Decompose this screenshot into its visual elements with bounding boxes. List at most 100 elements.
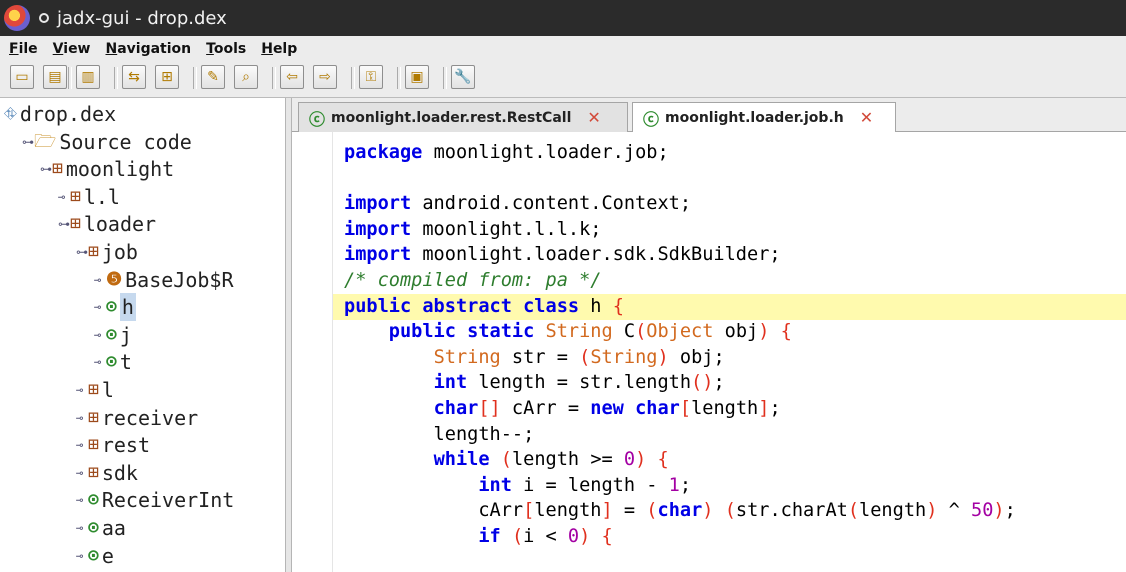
code-token: ] bbox=[601, 500, 613, 522]
expanded-toggle-icon[interactable]: ⊶ bbox=[40, 155, 52, 183]
tree-node[interactable]: ⊸ ⊙ ReceiverInt bbox=[76, 486, 234, 514]
sync-tree-icon[interactable]: ⇆ bbox=[122, 65, 146, 89]
tree-node[interactable]: ⊸ ⊞ rest bbox=[76, 431, 150, 459]
collapsed-toggle-icon[interactable]: ⊸ bbox=[76, 514, 88, 542]
collapsed-toggle-icon[interactable]: ⊸ bbox=[94, 321, 106, 349]
window-menu-icon[interactable] bbox=[39, 13, 49, 23]
menu-help[interactable]: Help bbox=[261, 41, 297, 57]
save-all-icon[interactable]: ▤ bbox=[43, 65, 67, 89]
collapsed-toggle-icon[interactable]: ⊸ bbox=[94, 293, 106, 321]
menu-navigation[interactable]: Navigation bbox=[106, 41, 192, 57]
code-token: char bbox=[433, 398, 479, 419]
menu-view[interactable]: View bbox=[53, 41, 91, 57]
tab-label: moonlight.loader.rest.RestCall bbox=[331, 109, 572, 126]
code-line[interactable]: String str = (String) obj; bbox=[344, 345, 725, 370]
tree-node[interactable]: ⊸ ⊙ aa bbox=[76, 514, 126, 542]
tree-node[interactable]: ⊸ ⊞ sdk bbox=[76, 459, 138, 487]
collapsed-toggle-icon[interactable]: ⊸ bbox=[94, 348, 106, 376]
dex-file-icon: ⛗ bbox=[4, 104, 17, 123]
collapsed-toggle-icon[interactable]: ⊸ bbox=[94, 266, 106, 294]
tab-job-h[interactable]: ⓒ moonlight.loader.job.h ✕ bbox=[632, 102, 896, 132]
toolbar-separator bbox=[351, 67, 355, 89]
tree-node[interactable]: ⊸ ⊙ h bbox=[94, 293, 136, 322]
log-viewer-icon[interactable]: ▣ bbox=[405, 65, 429, 89]
collapsed-toggle-icon[interactable]: ⊸ bbox=[76, 404, 88, 432]
code-line[interactable]: length--; bbox=[344, 422, 535, 447]
collapsed-toggle-icon[interactable]: ⊸ bbox=[76, 431, 88, 459]
tree-node[interactable]: ⊶ 🗁 Source code bbox=[22, 128, 192, 156]
enum-icon: ❺ bbox=[106, 268, 123, 290]
code-token: ( bbox=[724, 500, 736, 522]
project-tree[interactable]: ⛗ drop.dex ⊶ 🗁 Source code ⊶ ⊞ moonlight ⊸ ⊞ l.l ⊶ ⊞… bbox=[0, 98, 285, 572]
open-file-icon[interactable]: ▭ bbox=[10, 65, 34, 89]
tree-node[interactable]: ⊸ ⊞ receiver bbox=[76, 404, 198, 432]
code-line[interactable]: cArr[length] = (char) (str.charAt(length… bbox=[344, 498, 1015, 523]
code-token: ( bbox=[847, 500, 860, 522]
editor-tab-strip: ⓒ moonlight.loader.rest.RestCall ✕ ⓒ moo… bbox=[292, 98, 1126, 132]
menu-file[interactable]: File bbox=[9, 41, 38, 57]
collapsed-toggle-icon[interactable]: ⊸ bbox=[58, 183, 70, 211]
class-icon: ⊙ bbox=[106, 323, 117, 345]
export-icon[interactable]: ▥ bbox=[76, 65, 100, 89]
collapsed-toggle-icon[interactable]: ⊸ bbox=[76, 376, 88, 404]
collapsed-toggle-icon[interactable]: ⊸ bbox=[76, 542, 88, 570]
tree-node[interactable]: ⊸ ⊙ e bbox=[76, 542, 114, 570]
toolbar-separator bbox=[114, 67, 118, 89]
code-token: ^ bbox=[937, 500, 972, 522]
flat-packages-icon[interactable]: ⊞ bbox=[155, 65, 179, 89]
code-line[interactable]: import moonlight.loader.sdk.SdkBuilder; bbox=[344, 242, 781, 267]
code-line[interactable]: package moonlight.loader.job; bbox=[344, 140, 669, 165]
code-line[interactable]: public static String C(Object obj) { bbox=[344, 319, 792, 344]
tree-node[interactable]: ⊸ ❺ BaseJob$R bbox=[94, 266, 234, 294]
code-line[interactable]: import moonlight.l.l.k; bbox=[344, 217, 601, 242]
tree-node[interactable]: ⊸ ⊙ t bbox=[94, 348, 132, 376]
forward-icon[interactable]: ⇨ bbox=[313, 65, 337, 89]
tree-node[interactable]: ⊸ ⊙ j bbox=[94, 321, 132, 349]
deobfuscation-icon[interactable]: ⚿ bbox=[359, 65, 383, 89]
code-token: i < bbox=[523, 526, 568, 547]
code-line[interactable]: int i = length - 1; bbox=[344, 473, 691, 498]
code-line[interactable]: public abstract class h { bbox=[344, 294, 624, 319]
code-line[interactable]: if (i < 0) { bbox=[344, 524, 612, 549]
code-line[interactable]: while (length >= 0) { bbox=[344, 447, 669, 472]
tree-node[interactable]: ⊸ ⊞ l.l bbox=[58, 183, 120, 211]
expanded-toggle-icon[interactable]: ⊶ bbox=[22, 128, 34, 156]
tree-node[interactable]: ⊶ ⊞ job bbox=[76, 238, 138, 266]
find-class-icon[interactable]: ⌕ bbox=[234, 65, 258, 89]
tree-node[interactable]: ⊶ ⊞ moonlight bbox=[40, 155, 174, 183]
back-icon[interactable]: ⇦ bbox=[280, 65, 304, 89]
code-token: { bbox=[780, 321, 792, 343]
code-editor[interactable]: package moonlight.loader.job; import andr… bbox=[292, 132, 1126, 572]
search-text-icon[interactable]: ✎ bbox=[201, 65, 225, 89]
close-icon[interactable]: ✕ bbox=[860, 108, 873, 127]
code-line[interactable]: int length = str.length(); bbox=[344, 370, 725, 395]
code-line[interactable]: /* compiled from: pa */ bbox=[344, 268, 601, 293]
code-token: ) bbox=[993, 500, 1005, 522]
tab-restcall[interactable]: ⓒ moonlight.loader.rest.RestCall ✕ bbox=[298, 102, 628, 132]
code-token: length >= bbox=[511, 449, 624, 471]
code-token: while bbox=[433, 449, 490, 471]
tree-node[interactable]: ⛗ drop.dex bbox=[4, 100, 116, 128]
close-icon[interactable]: ✕ bbox=[587, 108, 600, 127]
tree-node[interactable]: ⊶ ⊞ loader bbox=[58, 210, 156, 238]
code-line[interactable]: char[] cArr = new char[length]; bbox=[344, 396, 781, 421]
menu-tools[interactable]: Tools bbox=[206, 41, 246, 57]
code-token: str.charAt bbox=[735, 500, 848, 522]
panel-splitter[interactable] bbox=[285, 98, 292, 572]
expanded-toggle-icon[interactable]: ⊶ bbox=[76, 238, 88, 266]
collapsed-toggle-icon[interactable]: ⊸ bbox=[76, 486, 88, 514]
code-token: /* compiled from: pa */ bbox=[344, 270, 602, 291]
collapsed-toggle-icon[interactable]: ⊸ bbox=[76, 459, 88, 487]
preferences-icon[interactable]: 🔧 bbox=[451, 65, 475, 89]
toolbar-separator bbox=[397, 67, 401, 89]
tree-node[interactable]: ⊸ ⊞ l bbox=[76, 376, 114, 404]
expanded-toggle-icon[interactable]: ⊶ bbox=[58, 210, 70, 238]
code-line[interactable]: import android.content.Context; bbox=[344, 191, 691, 216]
